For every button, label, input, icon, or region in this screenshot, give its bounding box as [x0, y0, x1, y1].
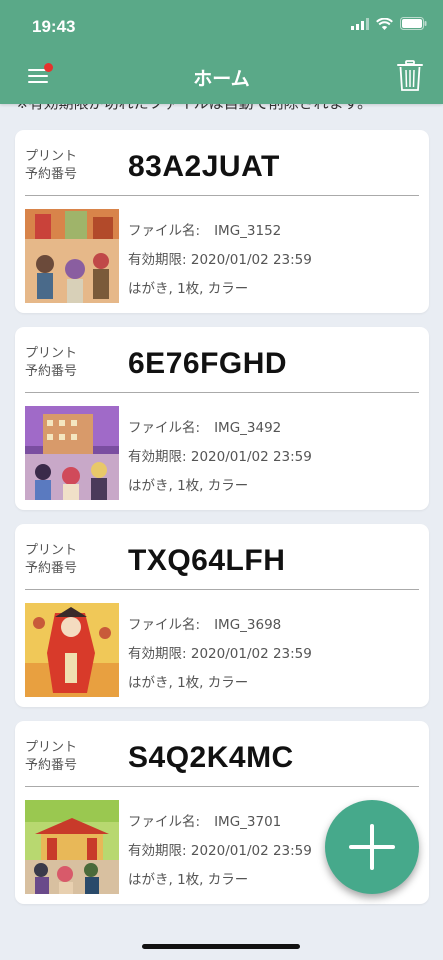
print-details: はがき, 1枚, カラー: [128, 872, 249, 888]
status-time: 19:43: [32, 17, 76, 36]
thumbnail-image: [25, 209, 119, 303]
expiry-value: 2020/01/02 23:59: [190, 252, 312, 268]
file-name-row: ファイル名: IMG_3492: [128, 420, 282, 436]
reservation-card[interactable]: プリント 予約番号 TXQ64LFH ファイル名: IMG_3698 有効期限:…: [15, 524, 429, 707]
thumbnail-image: [25, 406, 119, 500]
card-label: プリント 予約番号: [25, 543, 78, 576]
file-name-row: ファイル名: IMG_3698: [128, 617, 282, 633]
trash-icon: [397, 60, 423, 91]
reservation-code: 6E76FGHD: [128, 347, 288, 380]
thumbnail-image: [25, 603, 119, 697]
signal-icon: [351, 17, 369, 30]
expiry-row: 有効期限: 2020/01/02 23:59: [128, 646, 312, 662]
expiry-value: 2020/01/02 23:59: [190, 646, 312, 662]
print-details: はがき, 1枚, カラー: [128, 675, 249, 691]
status-icons: [351, 17, 427, 30]
file-name-value: IMG_3701: [214, 814, 282, 830]
expiry-value: 2020/01/02 23:59: [190, 843, 312, 859]
divider: [25, 195, 419, 196]
file-name-row: ファイル名: IMG_3701: [128, 814, 282, 830]
reservation-code: S4Q2K4MC: [128, 741, 294, 774]
expiry-row: 有効期限: 2020/01/02 23:59: [128, 252, 312, 268]
reservation-code: 83A2JUAT: [128, 150, 280, 183]
home-indicator[interactable]: [142, 944, 300, 949]
card-label: プリント 予約番号: [25, 740, 78, 773]
divider: [25, 589, 419, 590]
expiry-row: 有効期限: 2020/01/02 23:59: [128, 843, 312, 859]
divider: [25, 786, 419, 787]
status-bar: 19:43: [0, 0, 443, 52]
page-title: ホーム: [193, 68, 250, 90]
battery-icon: [400, 17, 427, 30]
card-label: プリント 予約番号: [25, 346, 78, 379]
reservation-card[interactable]: プリント 予約番号 83A2JUAT ファイル名: IMG_3152 有効期限:…: [15, 130, 429, 313]
file-name-row: ファイル名: IMG_3152: [128, 223, 282, 239]
print-details: はがき, 1枚, カラー: [128, 281, 249, 297]
file-name-value: IMG_3698: [214, 617, 282, 633]
app-header: 19:43 ホーム: [0, 0, 443, 104]
file-name-value: IMG_3492: [214, 420, 282, 436]
card-label: プリント 予約番号: [25, 149, 78, 182]
expiry-value: 2020/01/02 23:59: [190, 449, 312, 465]
print-details: はがき, 1枚, カラー: [128, 478, 249, 494]
reservation-list: プリント 予約番号 83A2JUAT ファイル名: IMG_3152 有効期限:…: [0, 120, 443, 908]
divider: [25, 392, 419, 393]
thumbnail-image: [25, 800, 119, 894]
file-name-value: IMG_3152: [214, 223, 282, 239]
add-button[interactable]: [325, 800, 419, 894]
reservation-code: TXQ64LFH: [128, 544, 286, 577]
delete-button[interactable]: [397, 60, 423, 92]
expiry-row: 有効期限: 2020/01/02 23:59: [128, 449, 312, 465]
plus-icon: [349, 824, 395, 870]
wifi-icon: [376, 17, 393, 30]
reservation-card[interactable]: プリント 予約番号 6E76FGHD ファイル名: IMG_3492 有効期限:…: [15, 327, 429, 510]
